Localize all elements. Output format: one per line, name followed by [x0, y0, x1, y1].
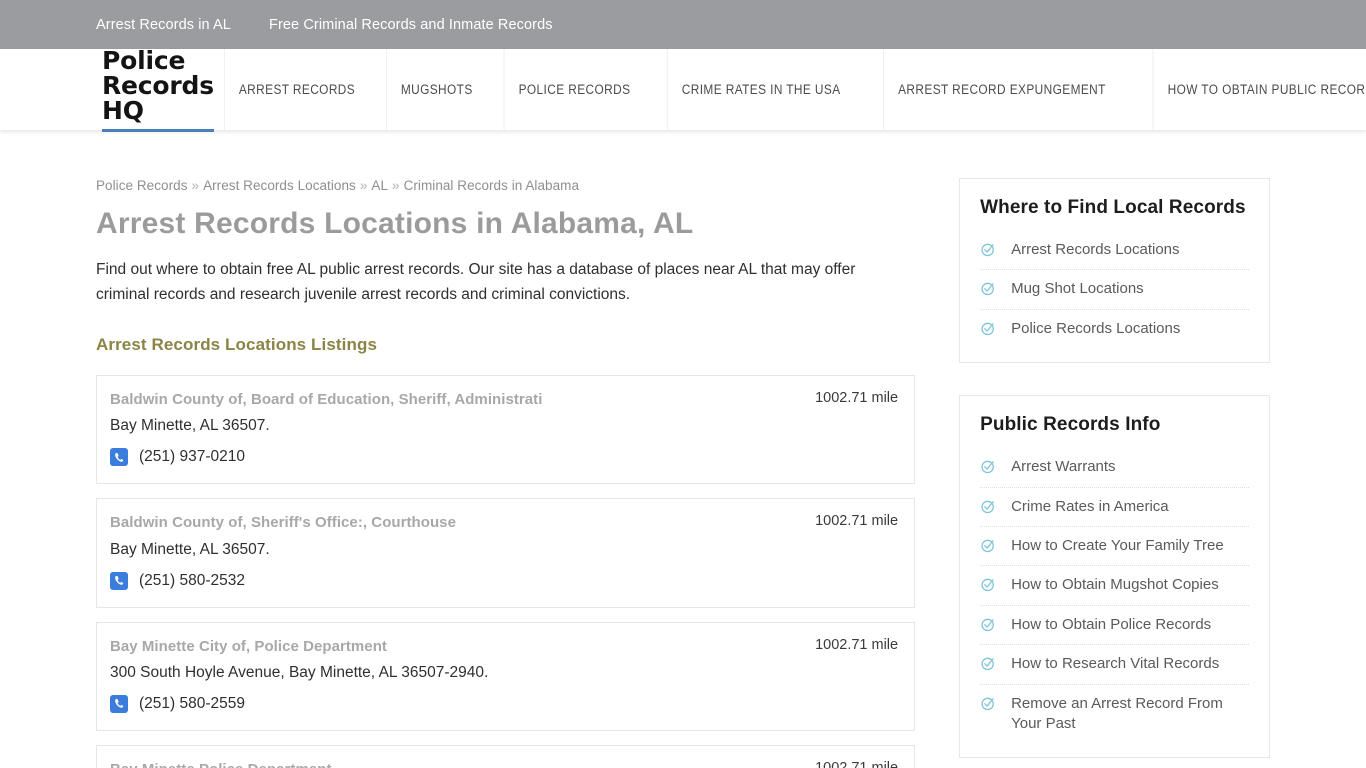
listing-distance: 1002.71 mile [815, 513, 899, 530]
listing-card[interactable]: Baldwin County of, Board of Education, S… [96, 374, 916, 485]
listing-distance: 1002.71 mile [815, 636, 899, 653]
breadcrumb-separator: » [392, 178, 400, 193]
sidebar-link-arrest-warrants[interactable]: Arrest Warrants [1011, 457, 1115, 477]
listing-phone-number[interactable]: (251) 580-2532 [139, 572, 245, 590]
widget-title: Where to Find Local Records [980, 197, 1246, 218]
list-item[interactable]: How to Research Vital Records [980, 645, 1249, 685]
listing-name[interactable]: Bay Minette Police Department [110, 760, 332, 768]
breadcrumb-item-al[interactable]: AL [371, 178, 388, 193]
listing-address: Bay Minette, AL 36507. [110, 540, 270, 558]
listings-container: Baldwin County of, Board of Education, S… [96, 374, 916, 768]
brand-container: Police Records HQ [0, 48, 214, 132]
sidebar-link-crime-rates-in-america[interactable]: Crime Rates in America [1011, 497, 1169, 517]
listing-name[interactable]: Baldwin County of, Sheriff's Office:, Co… [110, 513, 456, 533]
widget-public-records-info: Public Records Info Arrest Warrants Crim… [959, 395, 1270, 759]
list-item[interactable]: Mug Shot Locations [980, 270, 1249, 310]
list-item[interactable]: How to Create Your Family Tree [980, 527, 1249, 567]
check-circle-icon [980, 537, 997, 554]
widget-title: Public Records Info [980, 414, 1161, 436]
listing-address: Bay Minette, AL 36507. [110, 417, 270, 435]
main-navigation: ARREST RECORDS MUGSHOTS POLICE RECORDS C… [214, 49, 1366, 130]
nav-item-crime-rates-in-the-usa[interactable]: CRIME RATES IN THE USA [666, 49, 854, 130]
list-item[interactable]: Remove an Arrest Record From Your Past [980, 685, 1249, 744]
list-item[interactable]: Crime Rates in America [980, 488, 1249, 527]
check-circle-icon [980, 695, 997, 712]
page-intro-text: Find out where to obtain free AL public … [96, 260, 856, 303]
listing-header: Baldwin County of, Board of Education, S… [110, 390, 898, 410]
check-circle-icon [980, 498, 997, 515]
sidebar-link-police-records-locations[interactable]: Police Records Locations [1011, 319, 1180, 339]
check-circle-icon [980, 458, 997, 475]
listing-card[interactable]: Baldwin County of, Sheriff's Office:, Co… [96, 498, 916, 608]
listing-phone-row: (251) 580-2559 [110, 694, 898, 713]
main-content: Police Records» Arrest Records Locations»… [96, 178, 916, 768]
list-item[interactable]: Arrest Records Locations [980, 231, 1249, 271]
check-circle-icon [980, 576, 997, 593]
list-item[interactable]: Arrest Warrants [980, 448, 1249, 488]
top-utility-bar: Arrest Records in AL Free Criminal Recor… [0, 0, 1366, 49]
sidebar-link-arrest-records-locations[interactable]: Arrest Records Locations [1011, 240, 1179, 260]
listing-phone-number[interactable]: (251) 580-2559 [139, 695, 245, 713]
listings-section-title: Arrest Records Locations Listings [96, 334, 378, 354]
breadcrumb-item-arrest-records-locations[interactable]: Arrest Records Locations [203, 178, 356, 193]
phone-icon [110, 448, 128, 467]
breadcrumb: Police Records» Arrest Records Locations»… [96, 178, 915, 193]
listing-header: Baldwin County of, Sheriff's Office:, Co… [110, 513, 898, 533]
list-item[interactable]: How to Obtain Police Records [980, 606, 1249, 646]
listing-header: Bay Minette Police Department 1002.71 mi… [110, 760, 898, 768]
nav-item-arrest-records[interactable]: ARREST RECORDS [223, 49, 369, 130]
listing-header: Bay Minette City of, Police Department 1… [110, 637, 898, 657]
phone-icon [110, 694, 128, 713]
check-circle-icon [980, 320, 997, 337]
sidebar: Where to Find Local Records Arrest Recor… [959, 178, 1270, 768]
check-circle-icon [980, 655, 997, 672]
nav-item-mugshots[interactable]: MUGSHOTS [385, 49, 487, 130]
breadcrumb-separator: » [191, 178, 200, 193]
page-title: Arrest Records Locations in Alabama, AL [96, 207, 694, 240]
list-item[interactable]: Police Records Locations [980, 310, 1249, 348]
check-circle-icon [980, 616, 997, 633]
breadcrumb-item-police-records[interactable]: Police Records [96, 178, 188, 193]
listing-name[interactable]: Baldwin County of, Board of Education, S… [110, 390, 542, 410]
sidebar-link-remove-an-arrest-record-from-your-past[interactable]: Remove an Arrest Record From Your Past [1011, 694, 1249, 735]
listing-phone-row: (251) 937-0210 [110, 448, 898, 467]
nav-item-arrest-record-expungement[interactable]: ARREST RECORD EXPUNGEMENT [883, 49, 1120, 130]
sidebar-link-how-to-obtain-police-records[interactable]: How to Obtain Police Records [1011, 615, 1211, 635]
sidebar-link-how-to-create-your-family-tree[interactable]: How to Create Your Family Tree [1011, 536, 1224, 556]
topbar-link-free-criminal-records[interactable]: Free Criminal Records and Inmate Records [269, 17, 553, 33]
nav-item-how-to-obtain-public-records[interactable]: HOW TO OBTAIN PUBLIC RECORDS [1152, 49, 1366, 130]
listing-distance: 1002.71 mile [815, 759, 899, 768]
listing-distance: 1002.71 mile [815, 389, 899, 406]
breadcrumb-item-criminal-records-in-alabama[interactable]: Criminal Records in Alabama [404, 178, 579, 193]
check-circle-icon [980, 241, 997, 258]
listing-card[interactable]: Bay Minette Police Department 1002.71 mi… [96, 744, 916, 768]
phone-icon [110, 571, 128, 590]
listing-name[interactable]: Bay Minette City of, Police Department [110, 637, 387, 657]
check-circle-icon [980, 280, 997, 297]
widget-where-to-find-local-records: Where to Find Local Records Arrest Recor… [959, 178, 1270, 364]
nav-item-police-records[interactable]: POLICE RECORDS [503, 49, 644, 130]
breadcrumb-separator: » [359, 178, 368, 193]
widget-link-list: Arrest Records Locations Mug Shot Locati… [980, 231, 1249, 348]
listing-address: 300 South Hoyle Avenue, Bay Minette, AL … [110, 664, 489, 682]
page-body: Police Records» Arrest Records Locations»… [0, 130, 1366, 768]
list-item[interactable]: How to Obtain Mugshot Copies [980, 566, 1249, 606]
sidebar-link-mug-shot-locations[interactable]: Mug Shot Locations [1011, 279, 1144, 299]
widget-link-list: Arrest Warrants Crime Rates in America H… [980, 448, 1249, 743]
sidebar-link-how-to-research-vital-records[interactable]: How to Research Vital Records [1011, 654, 1219, 674]
listing-phone-number[interactable]: (251) 937-0210 [139, 448, 245, 466]
sidebar-link-how-to-obtain-mugshot-copies[interactable]: How to Obtain Mugshot Copies [1011, 575, 1219, 595]
listing-phone-row: (251) 580-2532 [110, 571, 898, 590]
topbar-link-arrest-records-al[interactable]: Arrest Records in AL [96, 17, 231, 33]
site-header: Police Records HQ ARREST RECORDS MUGSHOT… [0, 48, 1366, 132]
site-logo[interactable]: Police Records HQ [102, 48, 214, 132]
listing-card[interactable]: Bay Minette City of, Police Department 1… [96, 621, 916, 731]
